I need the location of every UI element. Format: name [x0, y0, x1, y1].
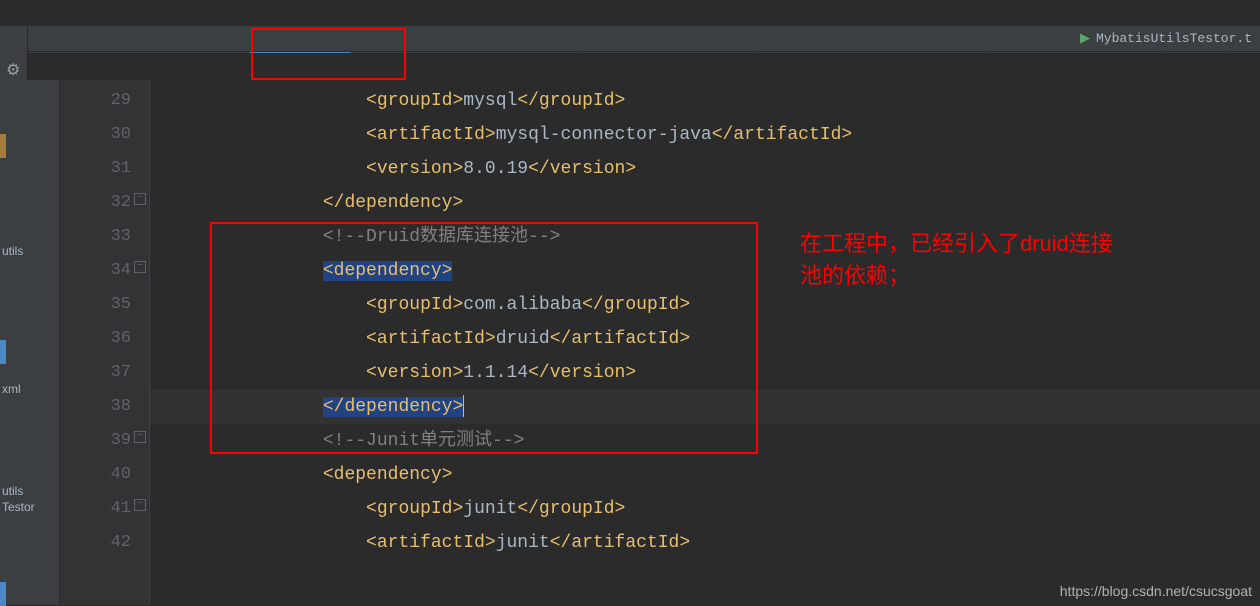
side-marker	[0, 134, 6, 158]
watermark: https://blog.csdn.net/csucsgoat	[1060, 583, 1252, 599]
line-number: 38	[60, 390, 131, 424]
line-number: 30	[60, 118, 131, 152]
code-area[interactable]: <groupId>mysql</groupId> <artifactId>mys…	[150, 80, 1260, 605]
line-number: 29	[60, 84, 131, 118]
side-marker-blue	[0, 340, 6, 364]
editor: 2930313233343536373839404142 − − − − <groupI…	[60, 80, 1260, 605]
code-line[interactable]: <version>1.1.14</version>	[150, 356, 1260, 390]
line-number: 40	[60, 458, 131, 492]
code-line[interactable]: <artifactId>druid</artifactId>	[150, 322, 1260, 356]
fold-icon[interactable]: −	[134, 431, 146, 443]
code-line[interactable]: </dependency>	[150, 186, 1260, 220]
code-line[interactable]: <groupId>mysql</groupId>	[150, 84, 1260, 118]
code-line[interactable]: <!--Junit单元测试-->	[150, 424, 1260, 458]
line-number: 34	[60, 254, 131, 288]
run-config[interactable]: ▶ MybatisUtilsTestor.t	[1072, 26, 1260, 50]
line-number: 42	[60, 526, 131, 560]
run-triangle-icon: ▶	[1080, 31, 1090, 46]
line-number: 36	[60, 322, 131, 356]
gear-icon[interactable]: ⚙	[6, 60, 20, 80]
side-marker-blue2	[0, 582, 6, 606]
side-label-utils2: utils	[2, 484, 23, 498]
line-number: 41	[60, 492, 131, 526]
code-line[interactable]: </dependency>	[150, 390, 1260, 424]
line-number: 37	[60, 356, 131, 390]
left-sidebar: utils xml utils Testor	[0, 80, 60, 605]
gutter: 2930313233343536373839404142 − − − −	[60, 80, 150, 605]
fold-icon[interactable]: −	[134, 499, 146, 511]
side-label-utils: utils	[2, 244, 23, 258]
fold-icon[interactable]: −	[134, 261, 146, 273]
side-label-testor: Testor	[2, 500, 35, 514]
run-config-label: MybatisUtilsTestor.t	[1096, 31, 1252, 46]
code-line[interactable]: <artifactId>mysql-connector-java</artifa…	[150, 118, 1260, 152]
code-line[interactable]: <groupId>junit</groupId>	[150, 492, 1260, 526]
line-number: 33	[60, 220, 131, 254]
code-line[interactable]: <groupId>com.alibaba</groupId>	[150, 288, 1260, 322]
text-caret	[463, 395, 464, 417]
side-label-xml: xml	[2, 382, 21, 396]
line-number: 32	[60, 186, 131, 220]
fold-icon[interactable]: −	[134, 193, 146, 205]
annotation-text: 在工程中，已经引入了druid连接 池的依赖；	[800, 228, 1113, 292]
line-number: 31	[60, 152, 131, 186]
code-line[interactable]: <dependency>	[150, 458, 1260, 492]
line-number: 39	[60, 424, 131, 458]
code-line[interactable]: <version>8.0.19</version>	[150, 152, 1260, 186]
code-line[interactable]: <artifactId>junit</artifactId>	[150, 526, 1260, 560]
line-number: 35	[60, 288, 131, 322]
